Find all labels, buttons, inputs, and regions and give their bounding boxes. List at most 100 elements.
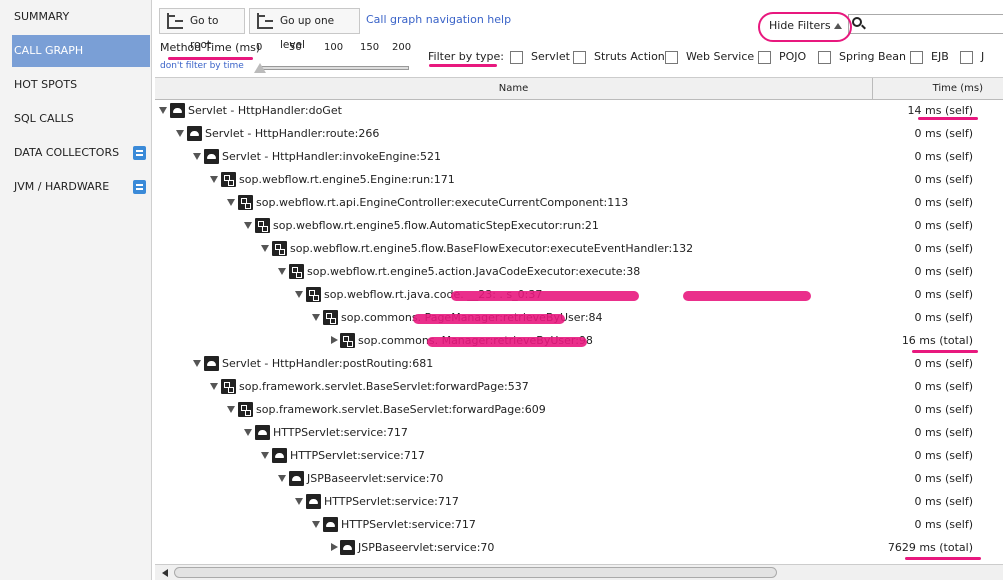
slider-handle[interactable]: [254, 63, 266, 73]
method-name: sop.webflow.rt.engine5.action.JavaCodeEx…: [307, 265, 641, 278]
pojo-icon: [238, 402, 253, 417]
time-column-header[interactable]: Time (ms): [874, 78, 1003, 100]
sidebar-item-jvm-hardware[interactable]: JVM / HARDWARE: [12, 171, 150, 203]
search-input[interactable]: [848, 14, 1003, 34]
method-name: JSPBaseervlet:service:70: [358, 541, 495, 554]
tree-row[interactable]: sop.commons. PageManager:retrieveByUser:…: [155, 307, 1003, 330]
tree-row[interactable]: sop.webflow.rt.engine5.Engine:run:171 0 m…: [155, 169, 1003, 192]
scroll-left-icon[interactable]: [162, 569, 168, 577]
tree-row[interactable]: sop.framework.servlet.BaseServlet:forwar…: [155, 399, 1003, 422]
pojo-icon: [306, 287, 321, 302]
sidebar-item-data-collectors[interactable]: DATA COLLECTORS: [12, 137, 150, 169]
servlet-icon: [306, 494, 321, 509]
expand-arrow-icon[interactable]: [227, 199, 235, 206]
tree-row[interactable]: Servlet - HttpHandler:invokeEngine:521 0 …: [155, 146, 1003, 169]
expand-arrow-icon[interactable]: [193, 153, 201, 160]
method-name: sop.webflow.rt.api.EngineController:exec…: [256, 196, 629, 209]
tree-row[interactable]: JSPBaseervlet:service:70 0 ms (self): [155, 468, 1003, 491]
expand-arrow-icon[interactable]: [210, 176, 218, 183]
tree-row[interactable]: Servlet - HttpHandler:route:266 0 ms (sel…: [155, 123, 1003, 146]
call-graph-help-link[interactable]: Call graph navigation help: [366, 13, 511, 26]
sidebar-item-label: CALL GRAPH: [14, 44, 84, 57]
scrollbar-thumb[interactable]: [174, 567, 777, 578]
method-name: sop.framework.servlet.BaseServlet:forwar…: [256, 403, 546, 416]
tree-row[interactable]: JSPBaseervlet:service:70 7629 ms (total): [155, 537, 1003, 560]
web-service-checkbox[interactable]: [665, 51, 678, 64]
pojo-checkbox[interactable]: [758, 51, 771, 64]
expand-arrow-icon[interactable]: [210, 383, 218, 390]
tree-row[interactable]: sop.commons. Manager:retrieveByUser:9816…: [155, 330, 1003, 353]
pojo-icon: [323, 310, 338, 325]
tree-row[interactable]: Servlet - HttpHandler:postRouting:681 0 m…: [155, 353, 1003, 376]
tree-row[interactable]: sop.webflow.rt.engine5.flow.BaseFlowExec…: [155, 238, 1003, 261]
filter-type-label: Struts Action: [594, 50, 665, 63]
expand-arrow-icon[interactable]: [261, 452, 269, 459]
method-time: 0 ms (self): [914, 288, 973, 301]
go-to-root-button[interactable]: Go to root: [159, 8, 245, 51]
expand-arrow-icon[interactable]: [227, 406, 235, 413]
method-name: Servlet - HttpHandler:invokeEngine:521: [222, 150, 442, 163]
sidebar-item-hot-spots[interactable]: HOT SPOTS: [12, 69, 150, 101]
tree-row[interactable]: sop.webflow.rt.engine5.action.JavaCodeEx…: [155, 261, 1003, 284]
go-up-level-button[interactable]: Go up one level: [249, 8, 360, 51]
horizontal-scrollbar[interactable]: [155, 564, 1003, 580]
expand-arrow-icon[interactable]: [312, 314, 320, 321]
method-name: HTTPServlet:service:717: [290, 449, 425, 462]
servlet-icon: [187, 126, 202, 141]
dont-filter-by-time-link[interactable]: don't filter by time: [160, 61, 244, 71]
j-checkbox[interactable]: [960, 51, 973, 64]
pojo-icon: [289, 264, 304, 279]
expand-arrow-icon[interactable]: [295, 498, 303, 505]
tree-row[interactable]: HTTPServlet:service:717 0 ms (self): [155, 445, 1003, 468]
filter-type-label: J: [981, 50, 985, 63]
tree-row[interactable]: HTTPServlet:service:717 0 ms (self): [155, 422, 1003, 445]
pojo-icon: [255, 218, 270, 233]
sidebar-item-summary[interactable]: SUMMARY: [12, 1, 150, 33]
struts-action-checkbox[interactable]: [573, 51, 586, 64]
servlet-checkbox[interactable]: [510, 51, 523, 64]
method-time: 0 ms (self): [914, 380, 973, 393]
expand-arrow-icon[interactable]: [261, 245, 269, 252]
table-header: Name Time (ms): [155, 77, 1003, 100]
expand-arrow-icon[interactable]: [278, 268, 286, 275]
ejb-checkbox[interactable]: [910, 51, 923, 64]
sidebar-item-sql-calls[interactable]: SQL CALLS: [12, 103, 150, 135]
expand-arrow-icon[interactable]: [244, 429, 252, 436]
expand-arrow-icon[interactable]: [331, 543, 338, 551]
name-column-header[interactable]: Name: [155, 78, 873, 100]
hide-filters-toggle[interactable]: Hide Filters: [769, 19, 842, 32]
redaction-mark: [683, 291, 811, 301]
method-time: 0 ms (self): [914, 449, 973, 462]
expand-arrow-icon[interactable]: [244, 222, 252, 229]
method-time-slider[interactable]: [259, 66, 409, 70]
pojo-icon: [340, 333, 355, 348]
method-name: sop.webflow.rt.engine5.flow.AutomaticSte…: [273, 219, 599, 232]
expand-arrow-icon[interactable]: [176, 130, 184, 137]
servlet-icon: [204, 356, 219, 371]
method-name: JSPBaseervlet:service:70: [307, 472, 444, 485]
slider-tick: 150: [360, 42, 380, 53]
expand-arrow-icon[interactable]: [295, 291, 303, 298]
slider-tick: 200: [392, 42, 412, 53]
tree-row[interactable]: HTTPServlet:service:717 0 ms (self): [155, 514, 1003, 537]
method-time-label: Method Time (ms): [160, 41, 261, 54]
tree-row[interactable]: HTTPServlet:service:717 0 ms (self): [155, 491, 1003, 514]
search-icon: [852, 17, 862, 27]
expand-arrow-icon[interactable]: [159, 107, 167, 114]
method-name: sop.webflow.rt.engine5.Engine:run:171: [239, 173, 455, 186]
sidebar-item-call-graph[interactable]: CALL GRAPH: [12, 35, 150, 67]
tree-row[interactable]: Servlet - HttpHandler:doGet 14 ms (self): [155, 100, 1003, 123]
expand-arrow-icon[interactable]: [278, 475, 286, 482]
tree-row[interactable]: sop.framework.servlet.BaseServlet:forwar…: [155, 376, 1003, 399]
expand-arrow-icon[interactable]: [312, 521, 320, 528]
filter-by-type-label: Filter by type:: [428, 50, 505, 63]
spring-bean-checkbox[interactable]: [818, 51, 831, 64]
expand-arrow-icon[interactable]: [331, 336, 338, 344]
tree-row[interactable]: sop.webflow.rt.java.code. __23: . s_0:37…: [155, 284, 1003, 307]
tree-row[interactable]: sop.webflow.rt.engine5.flow.AutomaticSte…: [155, 215, 1003, 238]
method-name: Servlet - HttpHandler:doGet: [188, 104, 342, 117]
tree-row[interactable]: sop.webflow.rt.api.EngineController:exec…: [155, 192, 1003, 215]
expand-arrow-icon[interactable]: [193, 360, 201, 367]
filter-type-label: Spring Bean: [839, 50, 907, 63]
method-time: 0 ms (self): [914, 173, 973, 186]
